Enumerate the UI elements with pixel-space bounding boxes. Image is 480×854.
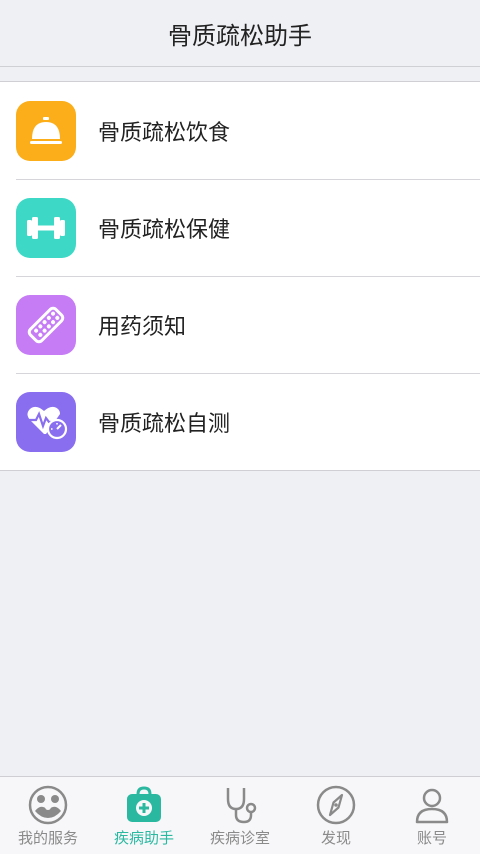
medical-kit-icon [127, 786, 161, 822]
pill-blister-icon [27, 306, 65, 343]
tab-label: 疾病诊室 [209, 829, 270, 847]
family-circle-icon [28, 785, 68, 825]
medication-icon-tile [16, 294, 76, 355]
user-icon [415, 788, 449, 824]
top-bar: 骨质疏松助手 [0, 0, 480, 67]
service-bell-icon [30, 116, 62, 144]
bottom-tab-bar: 我的服务 疾病助手 疾病诊室 发现 账号 [0, 776, 480, 854]
feature-menu: 骨质疏松饮食 骨质疏松保健 用药须知 骨质疏松自测 [0, 81, 480, 471]
menu-item-medication[interactable]: 用药须知 [0, 276, 480, 373]
care-icon-tile [16, 197, 76, 258]
dumbbell-icon [27, 216, 65, 239]
menu-item-diet[interactable]: 骨质疏松饮食 [0, 82, 480, 179]
tab-disease-assistant[interactable]: 疾病助手 [96, 777, 192, 854]
menu-item-care[interactable]: 骨质疏松保健 [0, 179, 480, 276]
tab-account[interactable]: 账号 [384, 777, 480, 854]
menu-item-label: 骨质疏松饮食 [98, 120, 231, 146]
tab-label: 发现 [320, 829, 351, 847]
tab-label: 我的服务 [17, 829, 78, 847]
menu-item-label: 骨质疏松自测 [98, 411, 231, 437]
tab-label: 疾病助手 [113, 829, 174, 847]
tab-label: 账号 [416, 829, 447, 847]
menu-item-self-test[interactable]: 骨质疏松自测 [0, 373, 480, 470]
page-title: 骨质疏松助手 [168, 21, 312, 50]
compass-icon [316, 785, 356, 825]
menu-item-label: 骨质疏松保健 [98, 217, 231, 243]
tab-my-services[interactable]: 我的服务 [0, 777, 96, 854]
tab-discover[interactable]: 发现 [288, 777, 384, 854]
tab-clinic[interactable]: 疾病诊室 [192, 777, 288, 854]
diet-icon-tile [16, 100, 76, 161]
self-test-icon-tile [16, 391, 76, 452]
heart-pulse-gauge-icon [27, 406, 68, 439]
stethoscope-icon [226, 788, 257, 824]
menu-item-label: 用药须知 [98, 314, 187, 340]
